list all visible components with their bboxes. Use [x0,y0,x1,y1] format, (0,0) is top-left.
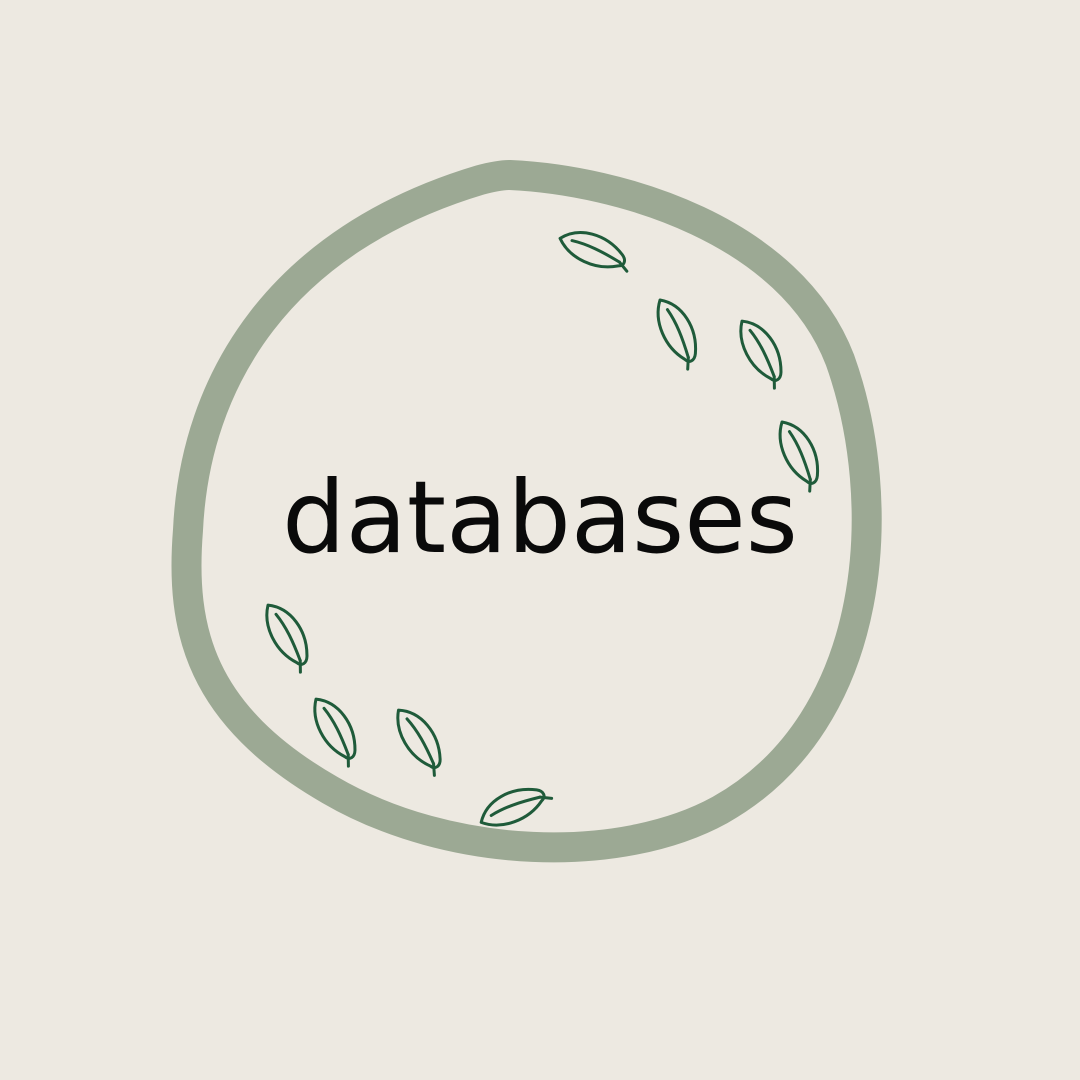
leaf-icon [739,319,783,390]
leaf-icon [313,697,357,768]
title-text: databases [282,459,798,576]
leaf-garland-bottom-left [265,603,554,827]
leaf-icon [265,603,309,674]
leaf-icon [558,231,629,273]
leaf-icon [479,787,554,827]
leaf-icon [396,708,442,777]
leaf-icon [656,298,697,371]
